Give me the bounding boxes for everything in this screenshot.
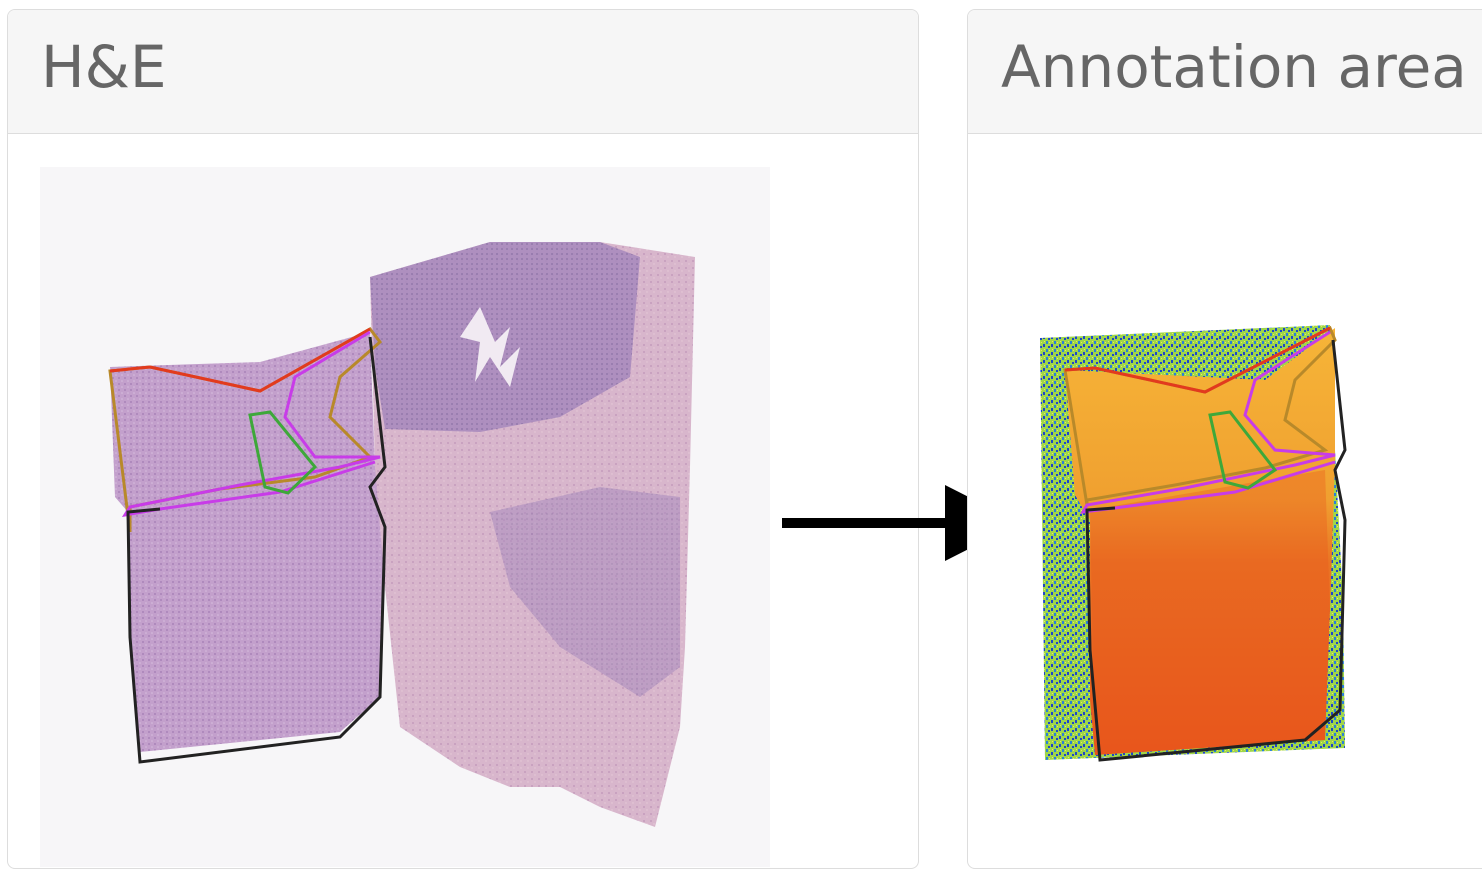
he-panel-header: H&E <box>8 10 918 134</box>
he-panel-title: H&E <box>41 33 167 101</box>
annotation-panel-title: Annotation area <box>1001 33 1467 101</box>
annotation-panel-header: Annotation area <box>968 10 1482 134</box>
he-slide-image <box>40 167 770 867</box>
annotation-heatmap-image <box>1040 325 1347 762</box>
